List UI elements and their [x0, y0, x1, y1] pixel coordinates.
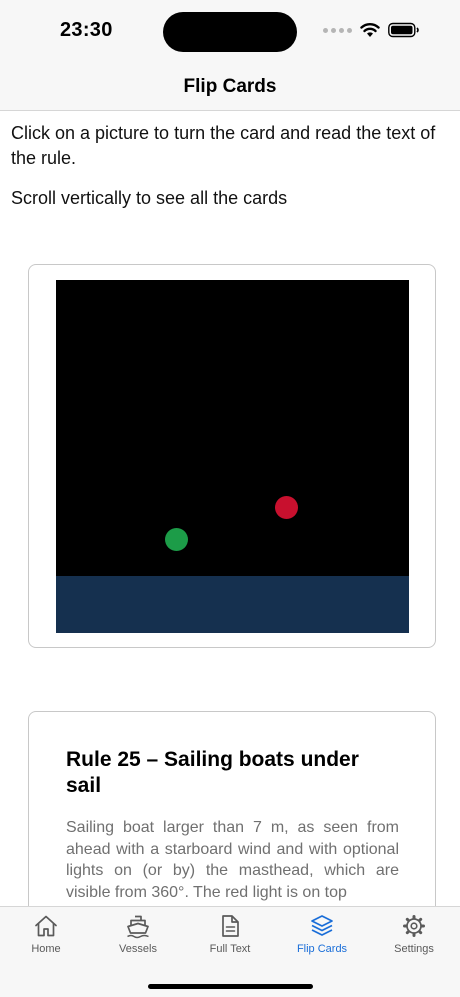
wifi-icon [360, 23, 380, 37]
tab-flip-cards-label: Flip Cards [296, 943, 348, 955]
tab-vessels-label: Vessels [119, 943, 157, 955]
rule-title: Rule 25 – Sailing boats under sail [66, 748, 359, 797]
dynamic-island [163, 12, 297, 52]
tab-vessels[interactable]: Vessels [92, 907, 184, 967]
sea-band [56, 576, 409, 633]
page-title: Flip Cards [183, 76, 277, 97]
house-icon [35, 915, 57, 937]
tab-home-label: Home [31, 943, 61, 955]
red-light [275, 496, 298, 519]
night-lights-picture[interactable] [56, 280, 409, 633]
stack-icon [311, 915, 333, 936]
status-indicators [323, 22, 420, 38]
scroll-content[interactable]: Click on a picture to turn the card and … [0, 111, 460, 906]
home-indicator [148, 984, 313, 989]
tab-full-text-label: Full Text [209, 943, 251, 955]
tab-settings-label: Settings [394, 943, 434, 955]
tab-bar: Home Vessels Full Text Flip Cards Settin… [0, 906, 460, 997]
green-light [165, 528, 188, 551]
tab-settings[interactable]: Settings [368, 907, 460, 967]
ship-icon [127, 915, 149, 939]
flip-card-rule-text[interactable]: Rule 25 – Sailing boats under sail Saili… [28, 711, 436, 906]
cellular-signal-icon [323, 27, 352, 33]
navigation-bar: Flip Cards [0, 64, 460, 111]
tab-full-text[interactable]: Full Text [184, 907, 276, 967]
tab-flip-cards[interactable]: Flip Cards [276, 907, 368, 967]
tab-home[interactable]: Home [0, 907, 92, 967]
document-icon [222, 915, 239, 937]
status-time: 23:30 [60, 19, 113, 41]
scroll-hint-text: Scroll vertically to see all the cards [11, 188, 288, 208]
status-bar: 23:30 [0, 0, 460, 64]
flip-card-picture[interactable] [28, 264, 436, 648]
gear-icon [403, 915, 425, 937]
rule-body: Sailing boat larger than 7 m, as seen fr… [66, 819, 399, 901]
battery-icon [388, 22, 419, 38]
instruction-text: Click on a picture to turn the card and … [11, 123, 436, 168]
